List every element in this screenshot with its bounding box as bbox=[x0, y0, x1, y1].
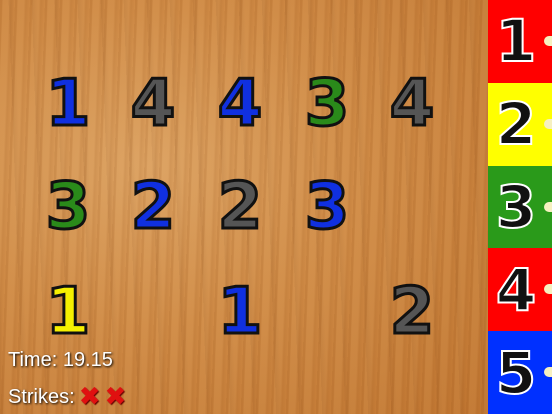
number-tile[interactable]: 4 bbox=[200, 64, 280, 144]
game-board: 1 4 4 3 4 3 2 2 3 1 1 2 Time: 19.15 Stri… bbox=[0, 0, 488, 414]
palette-number: 1 bbox=[495, 7, 537, 76]
palette-swatch-4[interactable]: 4 bbox=[488, 248, 552, 332]
palette-number: 3 bbox=[495, 172, 537, 241]
time-readout: Time: 19.15 bbox=[8, 349, 113, 371]
number-tile[interactable]: 1 bbox=[28, 272, 108, 352]
palette-number: 5 bbox=[495, 338, 537, 407]
palette-swatch-5[interactable]: 5 bbox=[488, 331, 552, 414]
selector-dot-icon bbox=[544, 36, 552, 46]
strikes-readout: Strikes: ✖ ✖ bbox=[8, 384, 126, 410]
palette-swatch-3[interactable]: 3 bbox=[488, 165, 552, 249]
selector-dot-icon bbox=[544, 118, 552, 129]
number-tile[interactable]: 3 bbox=[287, 167, 367, 247]
strike-x-icon: ✖ bbox=[78, 382, 101, 412]
number-tile[interactable]: 2 bbox=[113, 167, 193, 247]
strikes-label: Strikes: bbox=[8, 385, 75, 408]
selector-dot-icon bbox=[544, 367, 552, 378]
palette-swatch-2[interactable]: 2 bbox=[488, 82, 552, 166]
palette-number: 2 bbox=[495, 90, 537, 159]
selector-dot-icon bbox=[544, 284, 552, 295]
number-tile[interactable]: 2 bbox=[200, 167, 280, 247]
number-tile[interactable]: 4 bbox=[113, 64, 193, 144]
number-tile[interactable]: 3 bbox=[28, 167, 108, 247]
number-tile[interactable]: 4 bbox=[372, 64, 452, 144]
number-tile[interactable]: 3 bbox=[287, 64, 367, 144]
palette-number: 4 bbox=[495, 255, 537, 324]
palette-swatch-1[interactable]: 1 bbox=[488, 0, 552, 83]
number-tile[interactable]: 1 bbox=[200, 272, 280, 352]
strike-x-icon: ✖ bbox=[104, 382, 127, 412]
color-palette: 1 2 3 4 5 bbox=[488, 0, 552, 414]
number-tile[interactable]: 1 bbox=[28, 64, 108, 144]
selector-dot-icon bbox=[544, 201, 552, 212]
number-tile[interactable]: 2 bbox=[372, 272, 452, 352]
